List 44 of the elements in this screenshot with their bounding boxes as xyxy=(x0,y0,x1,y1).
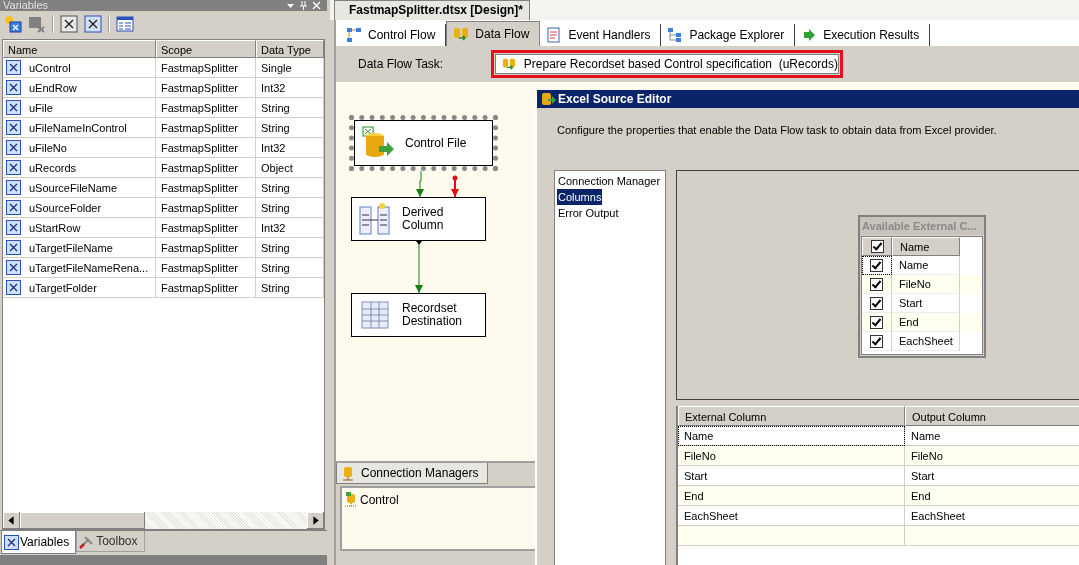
table-cell: uStartRow xyxy=(3,218,156,238)
table-cell: FastmapSplitter xyxy=(156,78,256,98)
field-label: Data Flow Task: xyxy=(357,57,445,71)
table-cell: uSourceFileName xyxy=(3,178,156,198)
table-cell: String xyxy=(256,258,324,278)
table-cell: FileNo xyxy=(892,275,960,294)
table-cell: FastmapSplitter xyxy=(156,238,256,258)
table-cell: uTargetFileNameRena... xyxy=(3,258,156,278)
table-cell: uTargetFileName xyxy=(3,238,156,258)
table-cell: String xyxy=(256,278,324,298)
table-cell: FastmapSplitter xyxy=(156,258,256,278)
table-cell: FastmapSplitter xyxy=(156,158,256,178)
window-title: Available External C... xyxy=(860,217,984,235)
table-cell: FastmapSplitter xyxy=(156,218,256,238)
table-cell: FastmapSplitter xyxy=(156,58,256,78)
table-cell: uEndRow xyxy=(3,78,156,98)
table-cell: uFileNameInControl xyxy=(3,118,156,138)
table-cell: FastmapSplitter xyxy=(156,178,256,198)
table-cell: Single xyxy=(256,58,324,78)
dialog-description: Configure the properties that enable the Data Flow task to obtain data from Excel provider. xyxy=(556,123,998,138)
table-cell: uSourceFolder xyxy=(3,198,156,218)
table-cell: FastmapSplitter xyxy=(156,198,256,218)
table-cell: uFileNo xyxy=(3,138,156,158)
table-cell: Int32 xyxy=(256,138,324,158)
table-cell: Object xyxy=(256,158,324,178)
table-cell: uTargetFolder xyxy=(3,278,156,298)
table-cell: FastmapSplitter xyxy=(156,98,256,118)
table-cell: EachSheet xyxy=(892,332,960,351)
table-cell: String xyxy=(256,118,324,138)
table-cell: String xyxy=(256,98,324,118)
table-cell: String xyxy=(256,198,324,218)
table-cell: String xyxy=(256,178,324,198)
panel-title: Variables xyxy=(3,0,50,11)
table-cell: Int32 xyxy=(256,78,324,98)
table-cell: String xyxy=(256,238,324,258)
dialog-title: Excel Source Editor xyxy=(558,92,672,106)
table-cell: uControl xyxy=(3,58,156,78)
table-cell: FastmapSplitter xyxy=(156,278,256,298)
table-cell: uRecords xyxy=(3,158,156,178)
table-cell: Int32 xyxy=(256,218,324,238)
table-cell: End xyxy=(892,313,960,332)
table-cell: FastmapSplitter xyxy=(156,118,256,138)
table-cell: uFile xyxy=(3,98,156,118)
table-cell: FastmapSplitter xyxy=(156,138,256,158)
